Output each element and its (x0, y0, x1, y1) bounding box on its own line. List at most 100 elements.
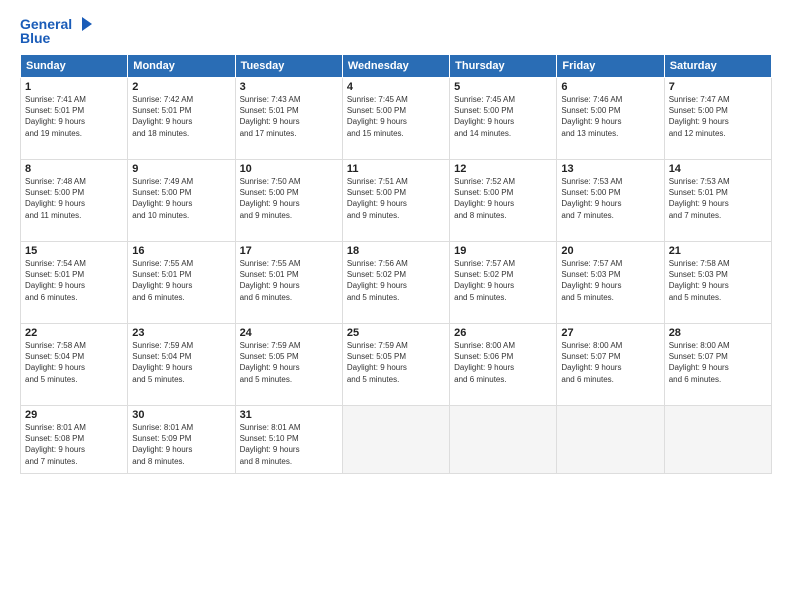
day-number: 10 (240, 163, 338, 175)
page: General Blue SundayMondayTuesdayWednesda… (0, 0, 792, 612)
calendar-cell: 29Sunrise: 8:01 AM Sunset: 5:08 PM Dayli… (21, 406, 128, 474)
calendar-cell (557, 406, 664, 474)
day-info: Sunrise: 8:00 AM Sunset: 5:06 PM Dayligh… (454, 340, 552, 385)
calendar-week-row: 15Sunrise: 7:54 AM Sunset: 5:01 PM Dayli… (21, 242, 772, 324)
day-info: Sunrise: 8:00 AM Sunset: 5:07 PM Dayligh… (669, 340, 767, 385)
day-number: 16 (132, 245, 230, 257)
logo: General Blue (20, 16, 92, 46)
day-info: Sunrise: 7:57 AM Sunset: 5:03 PM Dayligh… (561, 258, 659, 303)
day-number: 7 (669, 81, 767, 93)
day-info: Sunrise: 8:00 AM Sunset: 5:07 PM Dayligh… (561, 340, 659, 385)
calendar-cell: 2Sunrise: 7:42 AM Sunset: 5:01 PM Daylig… (128, 78, 235, 160)
day-info: Sunrise: 7:57 AM Sunset: 5:02 PM Dayligh… (454, 258, 552, 303)
day-info: Sunrise: 7:51 AM Sunset: 5:00 PM Dayligh… (347, 176, 445, 221)
day-info: Sunrise: 7:54 AM Sunset: 5:01 PM Dayligh… (25, 258, 123, 303)
day-info: Sunrise: 7:58 AM Sunset: 5:03 PM Dayligh… (669, 258, 767, 303)
calendar-cell: 10Sunrise: 7:50 AM Sunset: 5:00 PM Dayli… (235, 160, 342, 242)
day-number: 25 (347, 327, 445, 339)
day-number: 28 (669, 327, 767, 339)
day-number: 6 (561, 81, 659, 93)
calendar-week-row: 1Sunrise: 7:41 AM Sunset: 5:01 PM Daylig… (21, 78, 772, 160)
calendar-header-row: SundayMondayTuesdayWednesdayThursdayFrid… (21, 55, 772, 78)
weekday-header: Friday (557, 55, 664, 78)
day-number: 9 (132, 163, 230, 175)
weekday-header: Sunday (21, 55, 128, 78)
calendar-cell: 6Sunrise: 7:46 AM Sunset: 5:00 PM Daylig… (557, 78, 664, 160)
day-number: 1 (25, 81, 123, 93)
calendar-cell: 4Sunrise: 7:45 AM Sunset: 5:00 PM Daylig… (342, 78, 449, 160)
day-number: 17 (240, 245, 338, 257)
calendar-cell: 19Sunrise: 7:57 AM Sunset: 5:02 PM Dayli… (450, 242, 557, 324)
day-number: 15 (25, 245, 123, 257)
calendar-cell: 11Sunrise: 7:51 AM Sunset: 5:00 PM Dayli… (342, 160, 449, 242)
header: General Blue (20, 16, 772, 46)
day-info: Sunrise: 7:59 AM Sunset: 5:04 PM Dayligh… (132, 340, 230, 385)
day-number: 4 (347, 81, 445, 93)
logo-arrow-icon (74, 17, 92, 31)
calendar-cell (342, 406, 449, 474)
calendar-cell: 17Sunrise: 7:55 AM Sunset: 5:01 PM Dayli… (235, 242, 342, 324)
logo-text-block: General Blue (20, 16, 92, 46)
calendar-cell: 24Sunrise: 7:59 AM Sunset: 5:05 PM Dayli… (235, 324, 342, 406)
calendar-cell: 3Sunrise: 7:43 AM Sunset: 5:01 PM Daylig… (235, 78, 342, 160)
day-number: 18 (347, 245, 445, 257)
day-info: Sunrise: 7:58 AM Sunset: 5:04 PM Dayligh… (25, 340, 123, 385)
calendar-cell: 22Sunrise: 7:58 AM Sunset: 5:04 PM Dayli… (21, 324, 128, 406)
calendar-cell: 15Sunrise: 7:54 AM Sunset: 5:01 PM Dayli… (21, 242, 128, 324)
day-info: Sunrise: 7:48 AM Sunset: 5:00 PM Dayligh… (25, 176, 123, 221)
day-info: Sunrise: 7:53 AM Sunset: 5:01 PM Dayligh… (669, 176, 767, 221)
weekday-header: Wednesday (342, 55, 449, 78)
day-number: 19 (454, 245, 552, 257)
day-info: Sunrise: 7:46 AM Sunset: 5:00 PM Dayligh… (561, 94, 659, 139)
day-number: 24 (240, 327, 338, 339)
day-number: 23 (132, 327, 230, 339)
calendar-cell: 9Sunrise: 7:49 AM Sunset: 5:00 PM Daylig… (128, 160, 235, 242)
calendar-cell: 26Sunrise: 8:00 AM Sunset: 5:06 PM Dayli… (450, 324, 557, 406)
calendar-week-row: 29Sunrise: 8:01 AM Sunset: 5:08 PM Dayli… (21, 406, 772, 474)
calendar-cell: 8Sunrise: 7:48 AM Sunset: 5:00 PM Daylig… (21, 160, 128, 242)
day-info: Sunrise: 7:59 AM Sunset: 5:05 PM Dayligh… (347, 340, 445, 385)
logo-blue: Blue (20, 30, 50, 46)
day-info: Sunrise: 7:45 AM Sunset: 5:00 PM Dayligh… (454, 94, 552, 139)
day-number: 13 (561, 163, 659, 175)
calendar-cell: 18Sunrise: 7:56 AM Sunset: 5:02 PM Dayli… (342, 242, 449, 324)
day-info: Sunrise: 8:01 AM Sunset: 5:08 PM Dayligh… (25, 422, 123, 467)
calendar-cell: 1Sunrise: 7:41 AM Sunset: 5:01 PM Daylig… (21, 78, 128, 160)
calendar-cell: 27Sunrise: 8:00 AM Sunset: 5:07 PM Dayli… (557, 324, 664, 406)
day-number: 29 (25, 409, 123, 421)
day-info: Sunrise: 7:52 AM Sunset: 5:00 PM Dayligh… (454, 176, 552, 221)
calendar-cell (664, 406, 771, 474)
calendar-cell: 28Sunrise: 8:00 AM Sunset: 5:07 PM Dayli… (664, 324, 771, 406)
day-info: Sunrise: 7:41 AM Sunset: 5:01 PM Dayligh… (25, 94, 123, 139)
weekday-header: Thursday (450, 55, 557, 78)
day-info: Sunrise: 7:49 AM Sunset: 5:00 PM Dayligh… (132, 176, 230, 221)
day-number: 14 (669, 163, 767, 175)
calendar-cell: 16Sunrise: 7:55 AM Sunset: 5:01 PM Dayli… (128, 242, 235, 324)
day-number: 31 (240, 409, 338, 421)
day-info: Sunrise: 7:50 AM Sunset: 5:00 PM Dayligh… (240, 176, 338, 221)
day-number: 20 (561, 245, 659, 257)
day-number: 27 (561, 327, 659, 339)
calendar-cell: 31Sunrise: 8:01 AM Sunset: 5:10 PM Dayli… (235, 406, 342, 474)
day-number: 22 (25, 327, 123, 339)
calendar-cell: 5Sunrise: 7:45 AM Sunset: 5:00 PM Daylig… (450, 78, 557, 160)
calendar-cell: 30Sunrise: 8:01 AM Sunset: 5:09 PM Dayli… (128, 406, 235, 474)
day-number: 12 (454, 163, 552, 175)
day-info: Sunrise: 7:55 AM Sunset: 5:01 PM Dayligh… (132, 258, 230, 303)
day-info: Sunrise: 7:56 AM Sunset: 5:02 PM Dayligh… (347, 258, 445, 303)
calendar-cell: 14Sunrise: 7:53 AM Sunset: 5:01 PM Dayli… (664, 160, 771, 242)
day-number: 8 (25, 163, 123, 175)
day-info: Sunrise: 8:01 AM Sunset: 5:10 PM Dayligh… (240, 422, 338, 467)
day-number: 26 (454, 327, 552, 339)
day-number: 2 (132, 81, 230, 93)
day-info: Sunrise: 8:01 AM Sunset: 5:09 PM Dayligh… (132, 422, 230, 467)
day-number: 11 (347, 163, 445, 175)
calendar-cell: 21Sunrise: 7:58 AM Sunset: 5:03 PM Dayli… (664, 242, 771, 324)
calendar-week-row: 22Sunrise: 7:58 AM Sunset: 5:04 PM Dayli… (21, 324, 772, 406)
day-number: 3 (240, 81, 338, 93)
calendar-cell: 23Sunrise: 7:59 AM Sunset: 5:04 PM Dayli… (128, 324, 235, 406)
day-info: Sunrise: 7:43 AM Sunset: 5:01 PM Dayligh… (240, 94, 338, 139)
day-number: 5 (454, 81, 552, 93)
calendar-cell: 20Sunrise: 7:57 AM Sunset: 5:03 PM Dayli… (557, 242, 664, 324)
day-info: Sunrise: 7:55 AM Sunset: 5:01 PM Dayligh… (240, 258, 338, 303)
